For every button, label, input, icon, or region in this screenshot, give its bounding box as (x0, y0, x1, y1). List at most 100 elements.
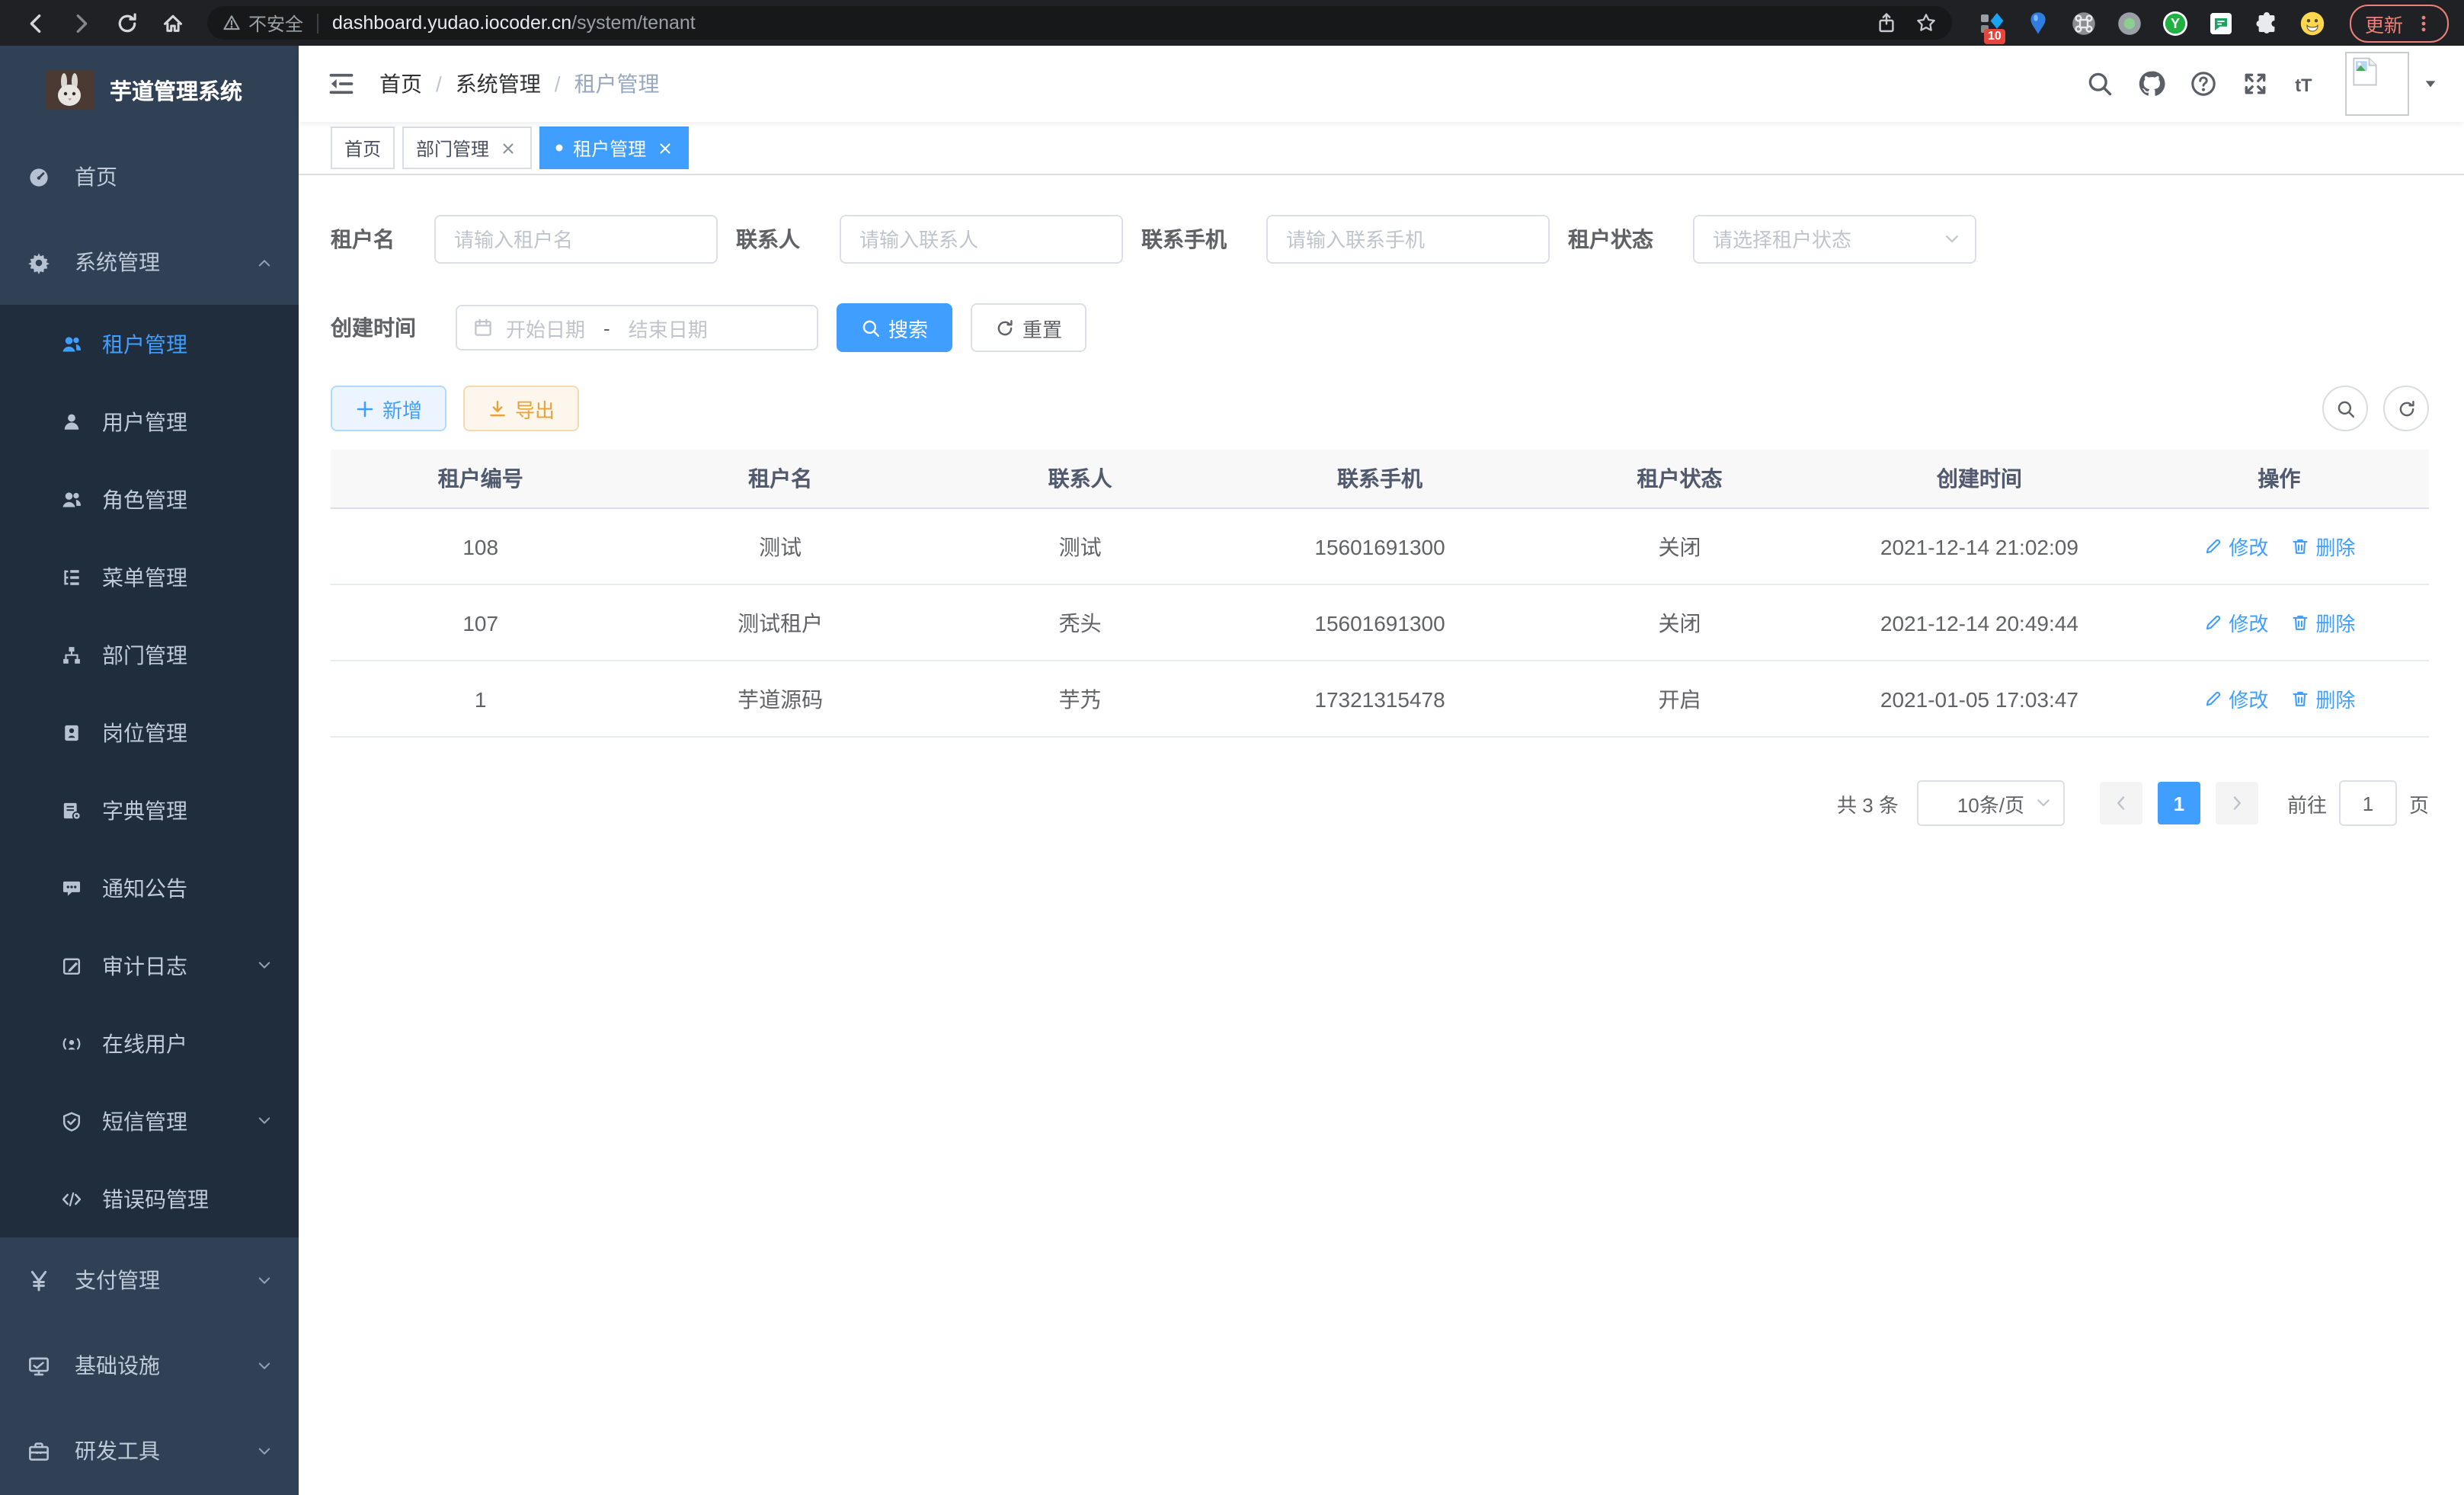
sidebar-item-label: 租户管理 (102, 328, 187, 359)
toggle-search-button[interactable] (2322, 386, 2368, 431)
sidebar-menu-item[interactable]: 岗位管理 (0, 693, 299, 771)
sidebar-menu-item[interactable]: 支付管理 (0, 1237, 299, 1323)
sidebar-menu-item[interactable]: 研发工具 (0, 1408, 299, 1493)
reload-icon[interactable] (107, 3, 146, 43)
sidebar-menu-item[interactable]: 通知公告 (0, 849, 299, 927)
caret-down-icon[interactable] (2423, 76, 2438, 91)
filter-input[interactable] (1266, 215, 1550, 264)
tag[interactable]: 部门管理 (402, 126, 532, 169)
tag[interactable]: 首页 (331, 126, 395, 169)
sidebar-menu-item[interactable]: 系统管理 (0, 219, 299, 305)
sidebar-menu-item[interactable]: 基础设施 (0, 1323, 299, 1408)
chevron-icon (256, 1272, 273, 1289)
page-unit-label: 页 (2409, 789, 2429, 818)
sidebar-menu-item[interactable]: 用户管理 (0, 383, 299, 460)
search-icon[interactable] (2086, 70, 2114, 98)
fullscreen-icon[interactable] (2242, 70, 2269, 98)
security-label[interactable]: 不安全 (248, 10, 303, 36)
active-dot-icon (553, 142, 565, 154)
warning-icon (222, 14, 241, 32)
role-users-icon (61, 488, 82, 510)
prev-page-button[interactable] (2100, 782, 2142, 824)
url-text[interactable]: dashboard.yudao.iocoder.cn/system/tenant (332, 12, 1876, 34)
date-range-picker[interactable]: 开始日期 - 结束日期 (456, 305, 818, 351)
column-header: 创建时间 (1829, 450, 2129, 507)
next-page-button[interactable] (2216, 782, 2258, 824)
chevron-icon (256, 254, 273, 271)
fontsize-icon[interactable]: tT (2293, 70, 2321, 98)
cell-tenant-id: 108 (331, 509, 630, 584)
end-date-placeholder[interactable]: 结束日期 (629, 313, 708, 342)
edit-link[interactable]: 修改 (2203, 608, 2268, 637)
star-icon[interactable] (1915, 12, 1937, 34)
sidebar-menu-item[interactable]: 角色管理 (0, 460, 299, 538)
home-icon[interactable] (152, 3, 192, 43)
filter-input[interactable] (1693, 215, 1976, 264)
cell-mobile: 15601691300 (1230, 509, 1529, 584)
sidebar-menu-item[interactable]: 短信管理 (0, 1082, 299, 1160)
filter-field: 租户名 (331, 215, 718, 264)
sidebar-item-label: 研发工具 (75, 1436, 160, 1466)
sidebar-menu-item[interactable]: 错误码管理 (0, 1160, 299, 1237)
delete-link[interactable]: 删除 (2290, 532, 2355, 561)
forward-icon[interactable] (61, 3, 101, 43)
goto-label: 前往 (2287, 789, 2327, 818)
refresh-table-button[interactable] (2383, 386, 2429, 431)
cell-contact: 芋艿 (930, 661, 1230, 736)
reset-button[interactable]: 重置 (971, 303, 1086, 352)
sidebar-menu-item[interactable]: 菜单管理 (0, 538, 299, 616)
breadcrumb-item: 系统管理 (456, 69, 541, 99)
goto-page-input[interactable] (2339, 780, 2397, 826)
sidebar-menu-item[interactable]: 租户管理 (0, 305, 299, 383)
sidebar-menu-item[interactable]: 部门管理 (0, 616, 299, 693)
address-bar[interactable]: 不安全 dashboard.yudao.iocoder.cn/system/te… (207, 6, 1952, 40)
table-toolbar: 新增 导出 (331, 386, 2429, 431)
toolbox-icon (27, 1439, 50, 1462)
sidebar-item-label: 通知公告 (102, 872, 187, 903)
cell-tenant-name: 测试 (630, 509, 930, 584)
browser-update-menu-button[interactable]: 更新 (2350, 4, 2449, 42)
search-button[interactable]: 搜索 (837, 303, 952, 352)
sidebar-menu-item[interactable]: 字典管理 (0, 771, 299, 849)
fold-menu-icon[interactable] (322, 64, 361, 104)
page-number-button[interactable]: 1 (2158, 782, 2200, 824)
kebab-menu-icon (2414, 13, 2434, 33)
start-date-placeholder[interactable]: 开始日期 (506, 313, 585, 342)
edit-link[interactable]: 修改 (2203, 532, 2268, 561)
share-icon[interactable] (1876, 12, 1897, 34)
export-button[interactable]: 导出 (463, 386, 579, 431)
edit-link[interactable]: 修改 (2203, 684, 2268, 713)
github-icon[interactable] (2138, 70, 2165, 98)
audit-log-icon (61, 955, 82, 976)
delete-link[interactable]: 删除 (2290, 608, 2355, 637)
delete-link[interactable]: 删除 (2290, 684, 2355, 713)
back-icon[interactable] (15, 3, 55, 43)
filter-input[interactable] (840, 215, 1123, 264)
tag[interactable]: 租户管理 (539, 126, 689, 169)
cell-created: 2021-01-05 17:03:47 (1829, 661, 2129, 736)
app-logo[interactable]: 芋道管理系统 (0, 46, 299, 134)
filter-input[interactable] (434, 215, 718, 264)
close-icon[interactable] (498, 138, 518, 158)
broken-image-icon (2348, 55, 2382, 88)
app-title: 芋道管理系统 (110, 74, 242, 106)
question-icon[interactable] (2190, 70, 2217, 98)
page-content: 租户名 联系人 联系手机 (299, 175, 2464, 1495)
column-header: 租户名 (630, 450, 930, 507)
sidebar-menu-item[interactable]: 首页 (0, 134, 299, 219)
page-size-select[interactable]: 10条/页 (1917, 780, 2065, 826)
sms-shield-icon (61, 1110, 82, 1132)
sidebar-item-label: 审计日志 (102, 950, 187, 981)
tenant-users-icon (61, 333, 82, 354)
sidebar-menu-item[interactable]: 在线用户 (0, 1004, 299, 1082)
avatar[interactable] (2345, 52, 2409, 116)
tenant-table: 租户编号租户名联系人联系手机租户状态创建时间操作 108 测试 测试 15601… (331, 450, 2429, 738)
add-button[interactable]: 新增 (331, 386, 446, 431)
sidebar-item-label: 短信管理 (102, 1106, 187, 1136)
download-icon (488, 399, 507, 418)
trash-icon (2290, 689, 2309, 709)
close-icon[interactable] (655, 138, 675, 158)
sidebar-menu-item[interactable]: 审计日志 (0, 927, 299, 1004)
pen-icon (2203, 613, 2222, 632)
user-icon (61, 411, 82, 432)
